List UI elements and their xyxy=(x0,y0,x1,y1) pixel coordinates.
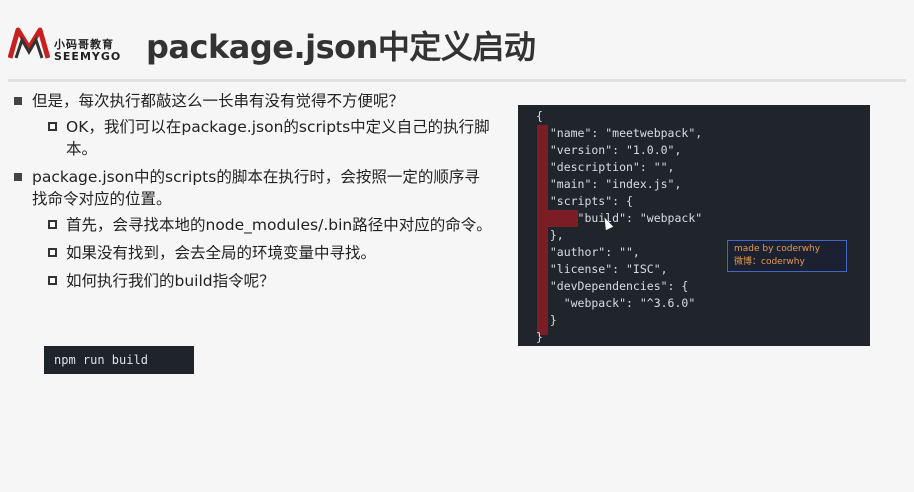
bullet-item: 但是，每次执行都敲这么一长串有没有觉得不方便呢？ xyxy=(14,90,494,112)
code-line: } xyxy=(536,313,557,327)
square-bullet-icon xyxy=(14,97,22,105)
watermark: made by coderwhy 微博：coderwhy xyxy=(727,240,847,272)
sub-bullet-text: 如果没有找到，会去全局的环境变量中寻找。 xyxy=(66,244,377,262)
logo-text-en: SEEMYGO xyxy=(54,50,122,63)
sub-bullet-text: 首先，会寻找本地的node_modules/.bin路径中对应的命令。 xyxy=(66,216,492,234)
command-code-block: npm run build xyxy=(44,346,194,374)
bullet-item: package.json中的scripts的脚本在执行时，会按照一定的顺序寻找命… xyxy=(14,166,494,210)
code-line: }, xyxy=(536,228,564,242)
sub-bullet-item: 如何执行我们的build指令呢？ xyxy=(14,270,494,292)
bullet-text: 但是，每次执行都敲这么一长串有没有觉得不方便呢？ xyxy=(32,92,405,110)
square-bullet-icon xyxy=(14,173,22,181)
code-line: "webpack": "^3.6.0" xyxy=(536,296,696,310)
sub-bullet-text: OK，我们可以在package.json的scripts中定义自己的执行脚本。 xyxy=(66,118,490,158)
hollow-square-icon xyxy=(48,220,57,229)
code-lines: { "name": "meetwebpack", "version": "1.0… xyxy=(536,108,702,346)
code-line: "author": "", xyxy=(536,245,640,259)
hollow-square-icon xyxy=(48,276,57,285)
code-line: "license": "ISC", xyxy=(536,262,668,276)
header: 小码哥教育 SEEMYGO package.json中定义启动 xyxy=(0,0,914,78)
title-divider xyxy=(8,79,906,82)
bullet-text: package.json中的scripts的脚本在执行时，会按照一定的顺序寻找命… xyxy=(32,168,480,208)
watermark-line: 微博：coderwhy xyxy=(734,257,805,267)
sub-bullet-item: 如果没有找到，会去全局的环境变量中寻找。 xyxy=(14,242,494,264)
slide: 小码哥教育 SEEMYGO package.json中定义启动 但是，每次执行都… xyxy=(0,0,914,492)
bullet-list: 但是，每次执行都敲这么一长串有没有觉得不方便呢？ OK，我们可以在package… xyxy=(14,90,494,298)
hollow-square-icon xyxy=(48,122,57,131)
code-line: "devDependencies": { xyxy=(536,279,689,293)
sub-bullet-text: 如何执行我们的build指令呢？ xyxy=(66,272,275,290)
code-line: "version": "1.0.0", xyxy=(536,143,682,157)
sub-bullet-item: OK，我们可以在package.json的scripts中定义自己的执行脚本。 xyxy=(14,116,494,160)
code-line: "build": "webpack" xyxy=(536,211,703,225)
code-line: "name": "meetwebpack", xyxy=(536,126,703,140)
page-title: package.json中定义启动 xyxy=(146,28,536,66)
code-line: "scripts": { xyxy=(536,194,633,208)
code-line: "main": "index.js", xyxy=(536,177,682,191)
code-line: { xyxy=(536,109,543,123)
watermark-line: made by coderwhy xyxy=(734,244,821,254)
sub-bullet-item: 首先，会寻找本地的node_modules/.bin路径中对应的命令。 xyxy=(14,214,494,236)
logo: 小码哥教育 SEEMYGO xyxy=(8,26,138,66)
hollow-square-icon xyxy=(48,248,57,257)
code-line: } xyxy=(536,330,543,344)
code-line: "description": "", xyxy=(536,160,675,174)
logo-m-icon xyxy=(8,27,50,59)
package-json-code-panel: { "name": "meetwebpack", "version": "1.0… xyxy=(518,105,870,346)
